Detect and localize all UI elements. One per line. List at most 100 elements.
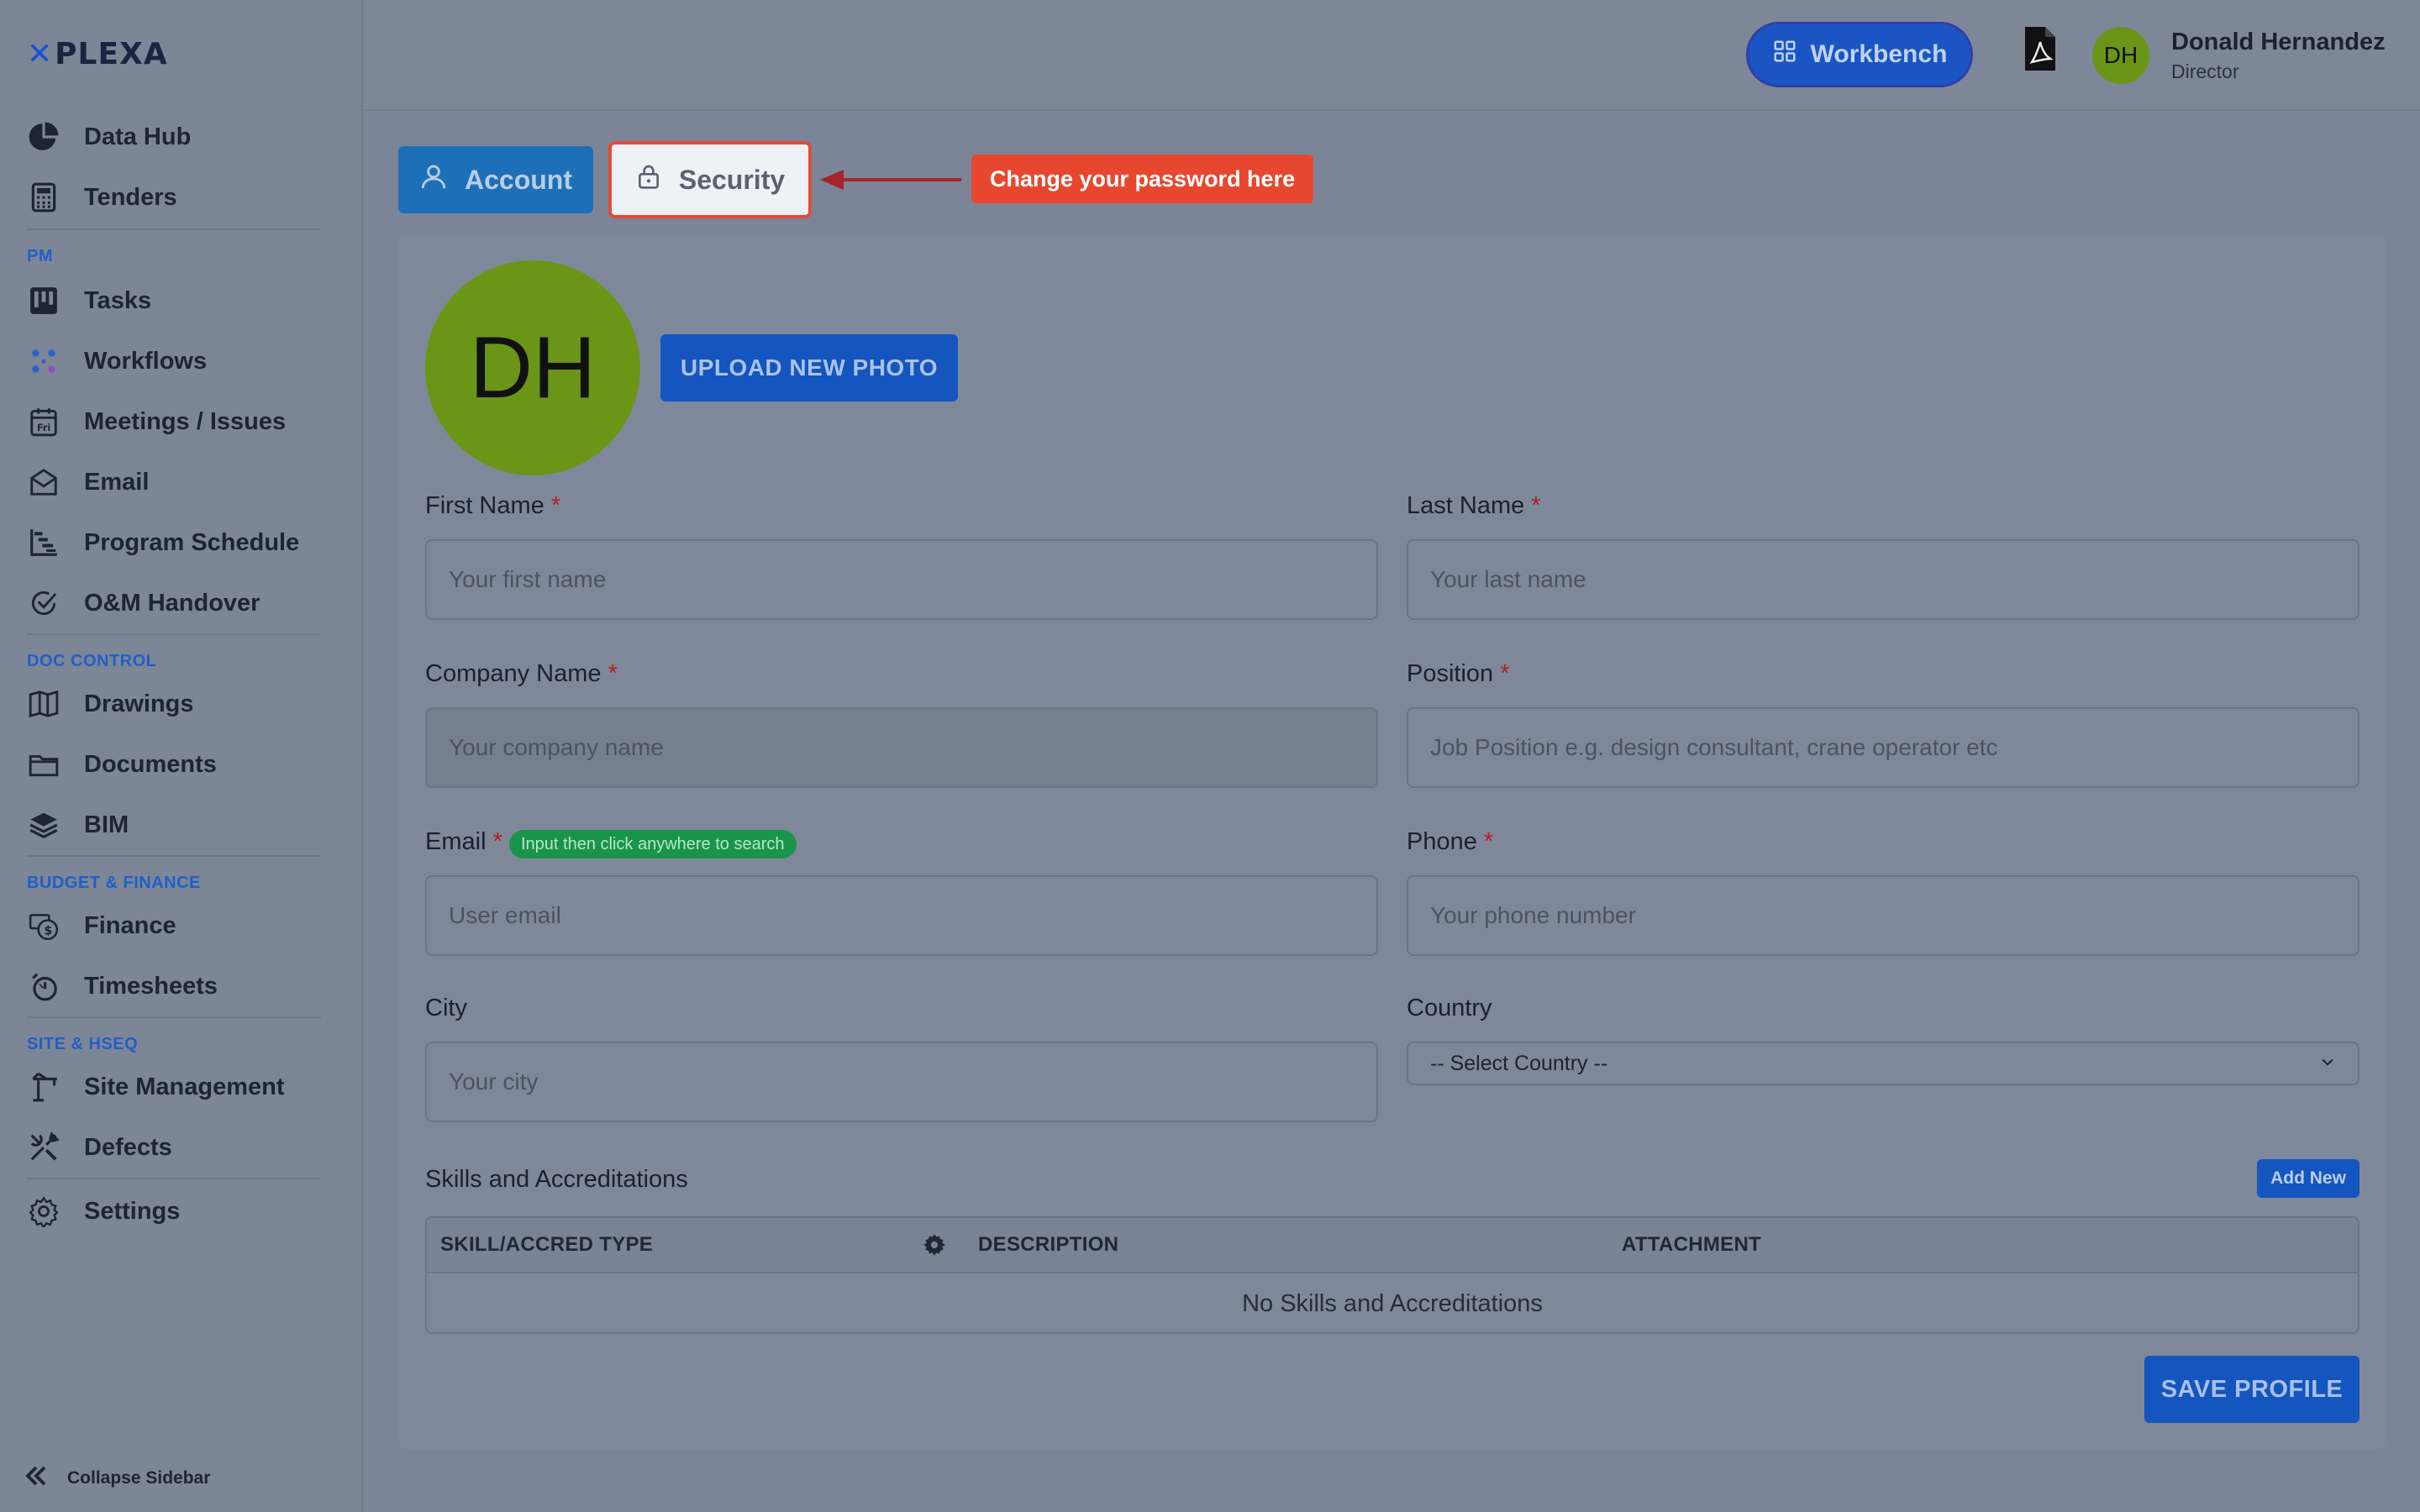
sidebar-item-label: Email	[84, 468, 150, 496]
sidebar-item-program-schedule[interactable]: Program Schedule	[27, 519, 299, 566]
user-name[interactable]: Donald Hernandez	[2171, 29, 2386, 56]
money-cycle-icon: $	[27, 909, 60, 942]
folder-icon	[27, 748, 60, 781]
arrow-left-icon	[820, 170, 961, 190]
sidebar-item-label: Timesheets	[84, 972, 218, 1000]
sidebar-item-label: Workflows	[84, 347, 208, 375]
position-label: Position *	[1407, 660, 1510, 687]
user-role: Director	[2171, 60, 2239, 82]
sidebar-item-timesheets[interactable]: Timesheets	[27, 963, 218, 1010]
crane-icon	[27, 1070, 60, 1104]
upload-photo-button[interactable]: UPLOAD NEW PHOTO	[660, 334, 958, 402]
sidebar-item-label: Site Management	[84, 1073, 285, 1100]
sidebar-item-workflows[interactable]: Workflows	[27, 338, 207, 385]
gear-icon	[27, 1194, 60, 1228]
phone-input[interactable]	[1407, 875, 2360, 956]
check-circle-icon	[27, 586, 60, 620]
double-chevron-left-icon	[24, 1463, 49, 1494]
logo-mark: ✕	[27, 36, 54, 71]
divider	[27, 1178, 321, 1179]
pie-chart-icon	[27, 120, 60, 154]
collapse-label: Collapse Sidebar	[67, 1468, 211, 1488]
sidebar-item-label: BIM	[84, 811, 129, 838]
sidebar-item-label: Tenders	[84, 183, 177, 211]
table-empty-row: No Skills and Accreditations	[427, 1272, 2358, 1332]
city-label: City	[425, 995, 467, 1021]
lock-icon	[635, 162, 662, 197]
divider	[27, 855, 321, 857]
sidebar-item-label: Program Schedule	[84, 528, 300, 556]
section-pm: PM	[27, 247, 53, 265]
add-new-skill-button[interactable]: Add New	[2257, 1159, 2360, 1198]
sidebar-item-email[interactable]: Email	[27, 459, 149, 506]
gantt-icon	[27, 526, 60, 559]
tab-security-label: Security	[678, 164, 786, 195]
city-input[interactable]	[425, 1042, 1378, 1122]
last-name-input[interactable]	[1407, 539, 2360, 620]
country-select[interactable]: -- Select Country --	[1407, 1042, 2360, 1085]
phone-label: Phone *	[1407, 828, 1494, 855]
company-name-input[interactable]	[425, 707, 1378, 788]
sidebar-item-label: Settings	[84, 1197, 181, 1225]
svg-text:Fri: Fri	[37, 423, 50, 433]
table-header: SKILL/ACCRED TYPE DESCRIPTION ATTACHMENT	[427, 1218, 2358, 1272]
tutorial-callout: Change your password here	[971, 155, 1314, 203]
position-input[interactable]	[1407, 707, 2360, 788]
chevron-down-icon	[2319, 1052, 2336, 1076]
email-input[interactable]	[425, 875, 1378, 956]
calculator-icon	[27, 181, 60, 214]
sidebar-item-data-hub[interactable]: Data Hub	[27, 113, 191, 160]
sidebar-item-defects[interactable]: Defects	[27, 1124, 172, 1171]
layers-icon	[27, 808, 60, 842]
sidebar-item-meetings[interactable]: Fri Meetings / Issues	[27, 398, 286, 445]
divider	[27, 1016, 321, 1018]
gear-icon[interactable]	[923, 1233, 946, 1263]
tools-icon	[27, 1131, 60, 1164]
sidebar-item-tenders[interactable]: Tenders	[27, 174, 177, 221]
first-name-input[interactable]	[425, 539, 1378, 620]
column-header-skill-type[interactable]: SKILL/ACCRED TYPE	[440, 1233, 653, 1257]
logo[interactable]: ✕ PLEXA	[27, 37, 168, 71]
sidebar-item-label: Data Hub	[84, 123, 192, 150]
column-header-description[interactable]: DESCRIPTION	[978, 1233, 1118, 1257]
sidebar-item-label: Tasks	[84, 286, 152, 314]
pdf-icon[interactable]	[2022, 25, 2059, 72]
column-header-attachment[interactable]: ATTACHMENT	[1622, 1233, 1761, 1257]
last-name-label: Last Name *	[1407, 492, 1541, 519]
country-label: Country	[1407, 995, 1492, 1021]
sidebar-item-site-management[interactable]: Site Management	[27, 1063, 285, 1110]
sidebar-item-bim[interactable]: BIM	[27, 801, 129, 848]
section-site: SITE & HSEQ	[27, 1035, 139, 1053]
sidebar-item-label: Meetings / Issues	[84, 407, 287, 435]
profile-avatar: DH	[425, 260, 640, 475]
save-profile-button[interactable]: SAVE PROFILE	[2144, 1356, 2360, 1423]
sidebar-item-label: Finance	[84, 911, 176, 939]
sidebar-item-om-handover[interactable]: O&M Handover	[27, 580, 260, 627]
sidebar-item-finance[interactable]: $ Finance	[27, 902, 176, 949]
sidebar-item-label: Documents	[84, 750, 217, 778]
stopwatch-icon	[27, 969, 60, 1003]
collapse-sidebar-button[interactable]: Collapse Sidebar	[24, 1463, 210, 1494]
sidebar-item-settings[interactable]: Settings	[27, 1188, 180, 1235]
tab-security[interactable]: Security	[608, 141, 812, 218]
divider	[27, 228, 321, 230]
first-name-label: First Name *	[425, 492, 561, 519]
user-avatar[interactable]: DH	[2092, 27, 2149, 84]
sidebar-item-tasks[interactable]: Tasks	[27, 277, 151, 324]
logo-text: PLEXA	[55, 36, 168, 71]
workbench-label: Workbench	[1810, 40, 1948, 68]
workbench-button[interactable]: Workbench	[1746, 22, 1973, 87]
kanban-icon	[27, 284, 60, 318]
tab-account-label: Account	[465, 164, 572, 195]
sidebar-item-documents[interactable]: Documents	[27, 741, 217, 788]
skills-title: Skills and Accreditations	[425, 1166, 688, 1193]
sidebar-item-drawings[interactable]: Drawings	[27, 680, 194, 727]
user-icon	[419, 162, 448, 197]
skills-table: SKILL/ACCRED TYPE DESCRIPTION ATTACHMENT…	[425, 1216, 2360, 1334]
section-doc-control: DOC CONTROL	[27, 652, 157, 670]
workflow-icon	[27, 344, 60, 378]
calendar-icon: Fri	[27, 405, 60, 438]
envelope-icon	[27, 465, 60, 499]
divider	[27, 633, 321, 635]
tab-account[interactable]: Account	[398, 146, 593, 213]
